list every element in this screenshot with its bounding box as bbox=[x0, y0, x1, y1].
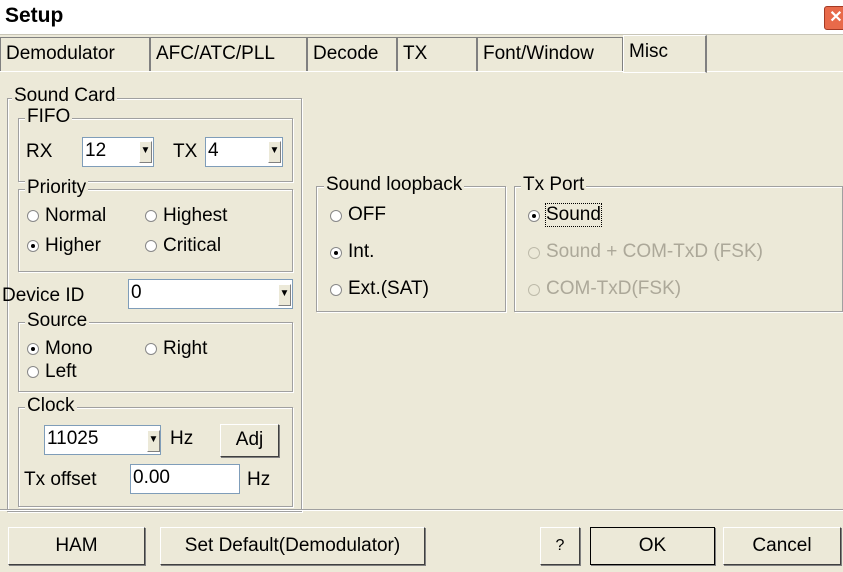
tab-afc-atc-pll[interactable]: AFC/ATC/PLL bbox=[150, 37, 307, 71]
loopback-off-radio[interactable] bbox=[330, 210, 342, 222]
source-left-label: Left bbox=[45, 361, 77, 382]
adj-button[interactable]: Adj bbox=[220, 424, 279, 457]
priority-highest-radio[interactable] bbox=[145, 210, 157, 222]
chevron-down-icon[interactable]: ▼ bbox=[147, 430, 160, 452]
sound-card-title: Sound Card bbox=[12, 85, 118, 106]
ok-button-label: OK bbox=[638, 535, 667, 556]
sound-loopback-title: Sound loopback bbox=[324, 174, 465, 195]
chevron-down-icon[interactable]: ▼ bbox=[278, 284, 291, 306]
device-id-value: 0 bbox=[131, 282, 142, 303]
tab-font-window-label: Font/Window bbox=[483, 43, 594, 64]
tx-port-sound-com-label: Sound + COM-TxD (FSK) bbox=[546, 241, 763, 262]
device-id-label: Device ID bbox=[2, 285, 85, 306]
tx-port-com-radio[interactable] bbox=[528, 284, 540, 296]
priority-group bbox=[18, 189, 293, 272]
tab-tx-label: TX bbox=[403, 43, 428, 64]
help-button[interactable]: ? bbox=[540, 527, 580, 565]
set-default-button-label: Set Default(Demodulator) bbox=[184, 535, 401, 556]
set-default-button[interactable]: Set Default(Demodulator) bbox=[160, 527, 425, 565]
source-right-radio[interactable] bbox=[145, 343, 157, 355]
ok-button[interactable]: OK bbox=[590, 527, 715, 565]
cancel-button-label: Cancel bbox=[752, 535, 812, 556]
tx-offset-value: 0.00 bbox=[133, 467, 170, 488]
tx-offset-label: Tx offset bbox=[24, 469, 97, 490]
tx-port-sound-radio[interactable] bbox=[528, 210, 540, 222]
tab-decode-label: Decode bbox=[313, 43, 379, 64]
ham-button[interactable]: HAM bbox=[8, 527, 145, 565]
fifo-title: FIFO bbox=[25, 106, 73, 127]
tab-misc-label: Misc bbox=[629, 41, 669, 62]
source-mono-label: Mono bbox=[45, 338, 93, 359]
priority-higher-label: Higher bbox=[45, 235, 101, 256]
adj-button-label: Adj bbox=[235, 429, 264, 450]
priority-title: Priority bbox=[25, 177, 89, 198]
priority-higher-radio[interactable] bbox=[27, 240, 39, 252]
tab-demodulator[interactable]: Demodulator bbox=[0, 37, 150, 71]
tx-offset-unit: Hz bbox=[247, 469, 271, 490]
source-mono-radio[interactable] bbox=[27, 343, 39, 355]
tx-port-sound-label: Sound bbox=[545, 203, 602, 227]
tx-label: TX bbox=[173, 141, 198, 162]
tx-port-sound-com-radio[interactable] bbox=[528, 247, 540, 259]
misc-panel: Sound Card FIFO RX 12 ▼ TX 4 ▼ Priority … bbox=[0, 71, 843, 512]
tab-tx[interactable]: TX bbox=[397, 37, 477, 71]
clock-rate-select[interactable]: 11025 bbox=[44, 425, 161, 455]
tab-font-window[interactable]: Font/Window bbox=[477, 37, 623, 71]
source-right-label: Right bbox=[163, 338, 208, 359]
clock-unit: Hz bbox=[170, 428, 194, 449]
tx-fifo-value: 4 bbox=[208, 140, 219, 161]
tab-decode[interactable]: Decode bbox=[307, 37, 397, 71]
cancel-button[interactable]: Cancel bbox=[723, 527, 841, 565]
priority-critical-label: Critical bbox=[163, 235, 222, 256]
chevron-down-icon[interactable]: ▼ bbox=[268, 141, 281, 163]
loopback-ext-label: Ext.(SAT) bbox=[348, 278, 429, 299]
title-bar: Setup ✕ bbox=[0, 0, 843, 35]
source-left-radio[interactable] bbox=[27, 366, 39, 378]
tab-misc[interactable]: Misc bbox=[623, 35, 707, 73]
tx-port-title: Tx Port bbox=[521, 174, 587, 195]
loopback-off-label: OFF bbox=[348, 204, 386, 225]
loopback-ext-radio[interactable] bbox=[330, 284, 342, 296]
tx-offset-input[interactable]: 0.00 bbox=[130, 464, 240, 494]
priority-highest-label: Highest bbox=[163, 205, 228, 226]
clock-rate-value: 11025 bbox=[47, 428, 99, 449]
device-id-select[interactable]: 0 bbox=[128, 279, 293, 309]
close-icon[interactable]: ✕ bbox=[824, 6, 843, 30]
rx-fifo-value: 12 bbox=[85, 140, 107, 161]
loopback-int-radio[interactable] bbox=[330, 247, 342, 259]
priority-normal-label: Normal bbox=[45, 205, 107, 226]
help-button-label: ? bbox=[555, 537, 565, 554]
priority-normal-radio[interactable] bbox=[27, 210, 39, 222]
tab-afc-atc-pll-label: AFC/ATC/PLL bbox=[156, 43, 275, 64]
source-title: Source bbox=[25, 310, 90, 331]
window-title: Setup bbox=[5, 4, 64, 27]
ham-button-label: HAM bbox=[55, 535, 98, 556]
tab-demodulator-label: Demodulator bbox=[6, 43, 115, 64]
priority-critical-radio[interactable] bbox=[145, 240, 157, 252]
tx-port-com-label: COM-TxD(FSK) bbox=[546, 278, 682, 299]
chevron-down-icon[interactable]: ▼ bbox=[139, 141, 152, 163]
loopback-int-label: Int. bbox=[348, 241, 375, 262]
clock-title: Clock bbox=[25, 395, 77, 416]
rx-label: RX bbox=[26, 141, 53, 162]
